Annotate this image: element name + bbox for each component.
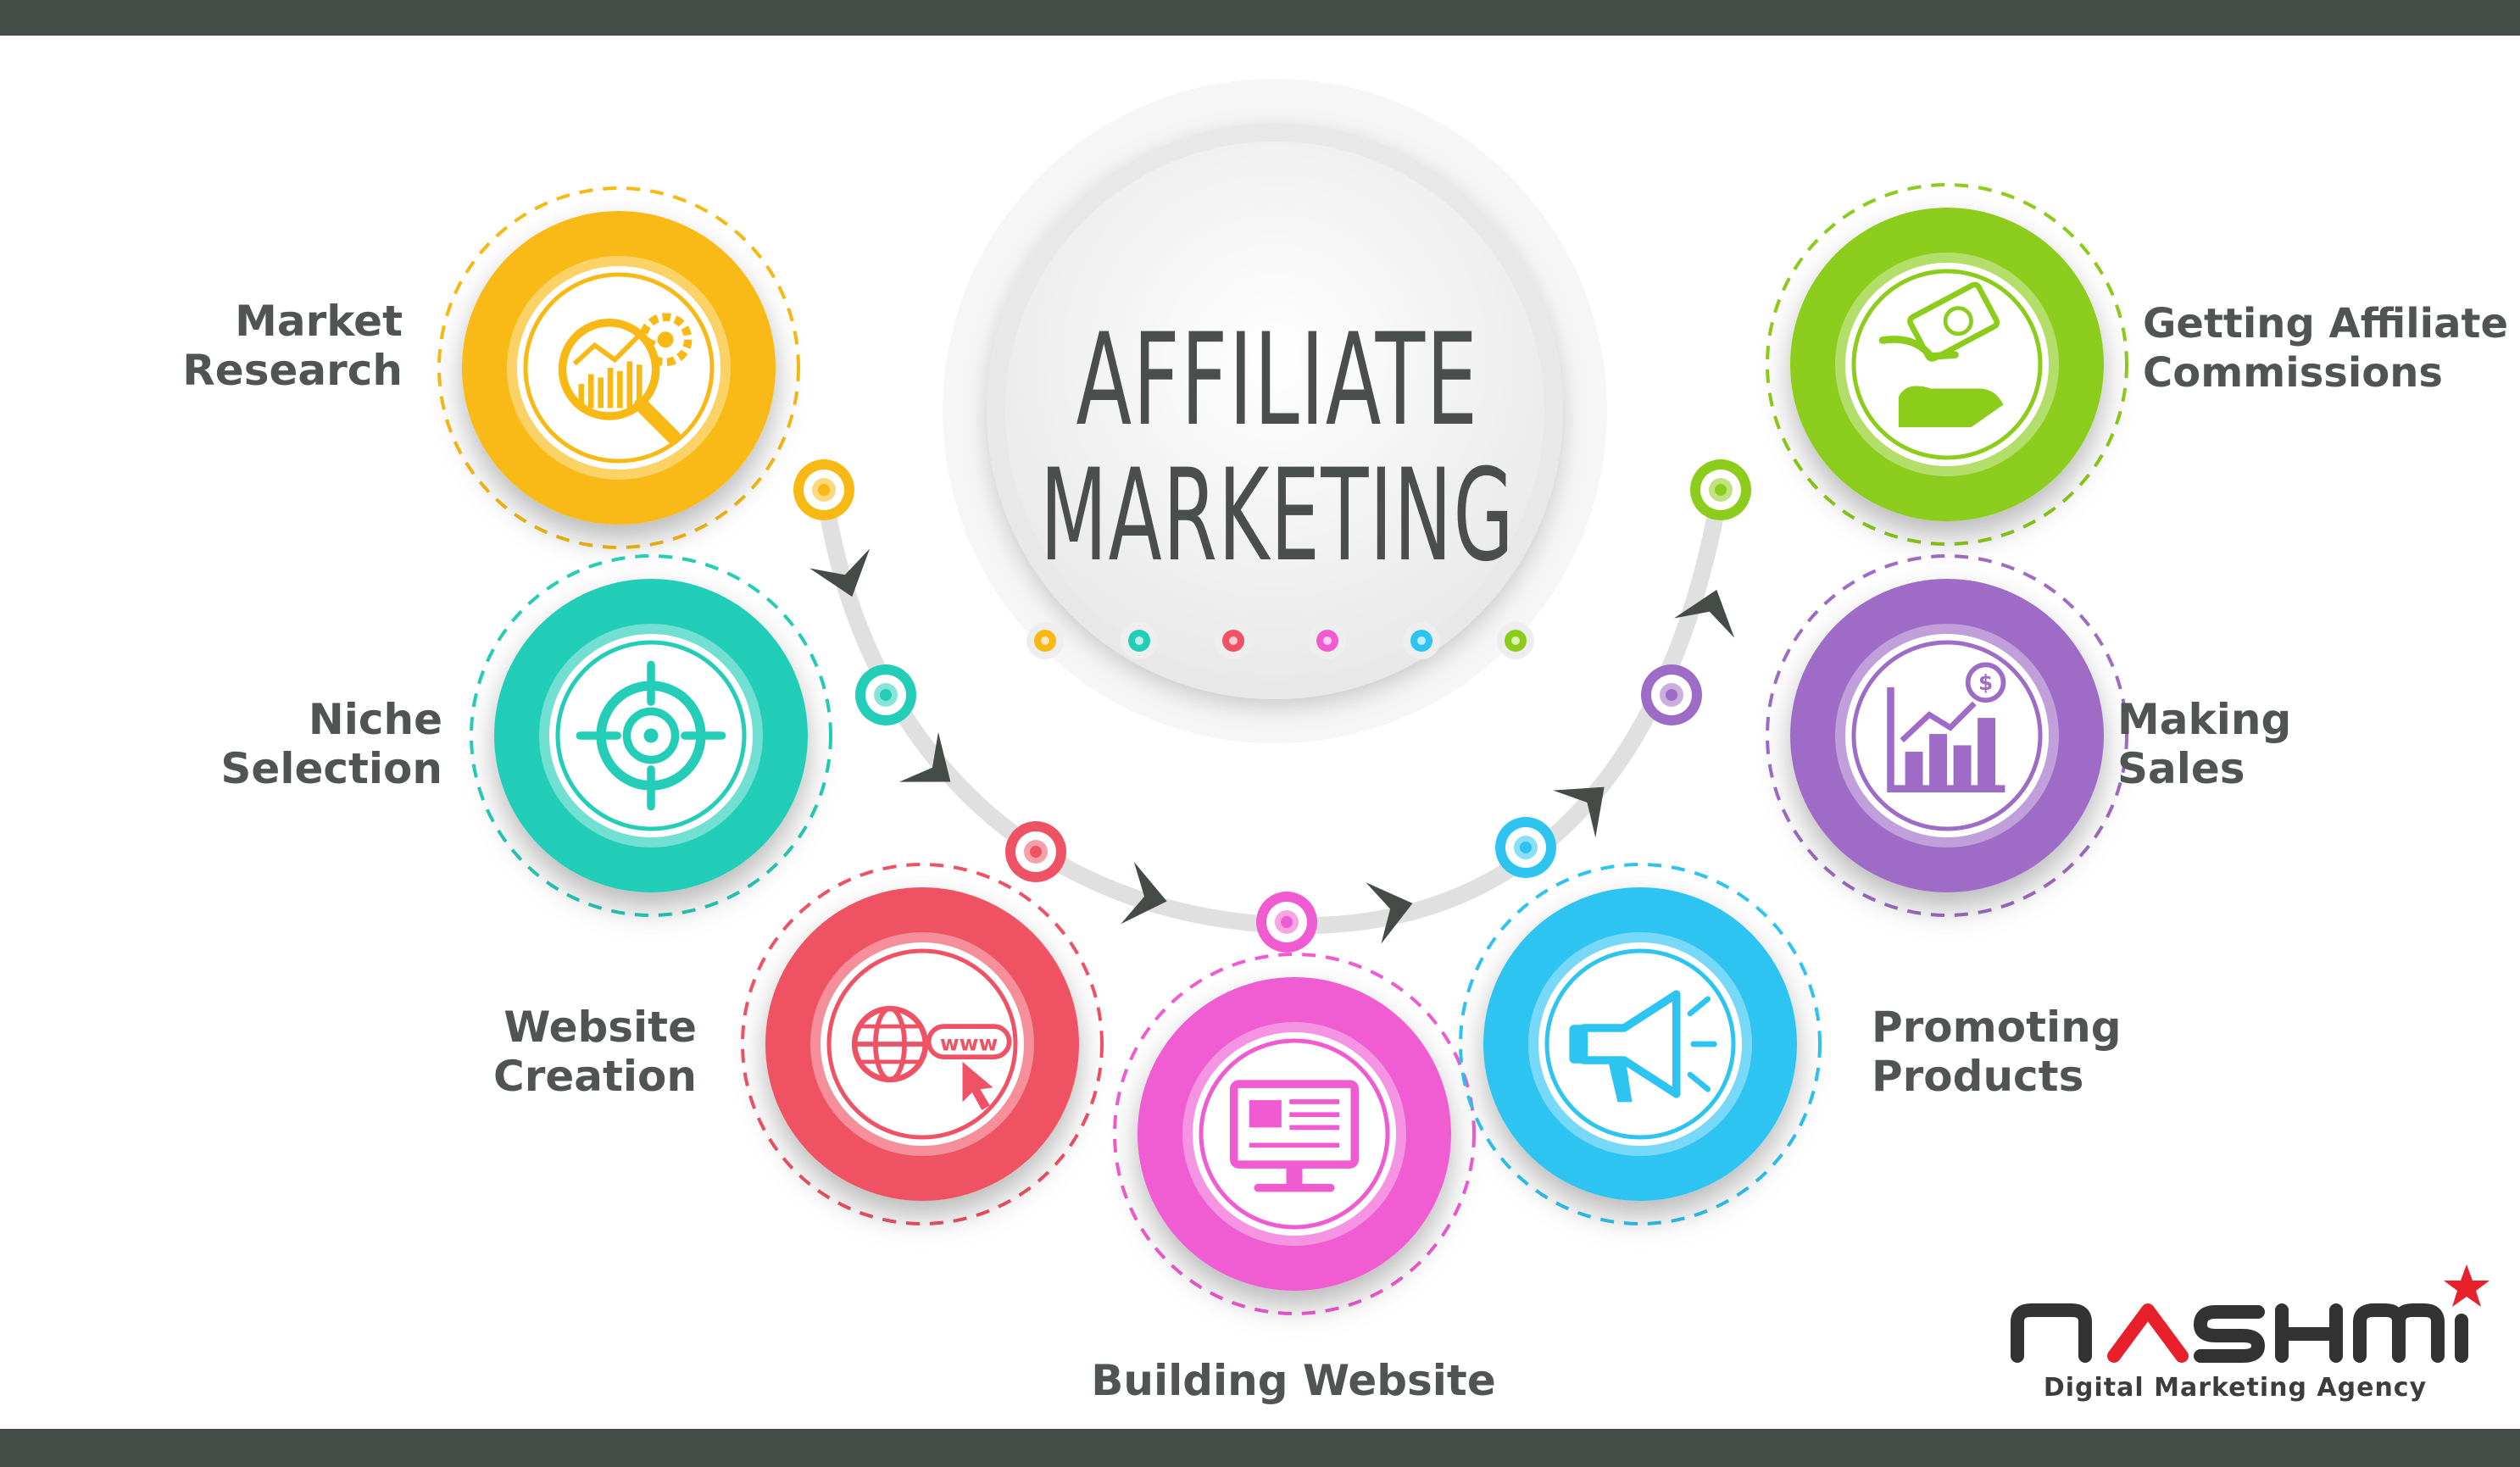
label-line: Sales — [2117, 744, 2245, 793]
color-dot — [1026, 622, 1064, 659]
step-niche-selection — [470, 554, 832, 917]
step-website-creation: www — [741, 863, 1104, 1225]
label-line: Niche — [308, 695, 442, 744]
step-inner-disc — [1845, 634, 2049, 837]
label-line: Website — [503, 1003, 697, 1052]
label-promoting-products: Promoting Products — [1872, 1003, 2143, 1101]
color-dot — [1309, 622, 1346, 659]
label-line: Market — [235, 297, 403, 346]
logo-tagline: Digital Marketing Agency — [2043, 1373, 2428, 1403]
step-inner-disc — [1193, 1032, 1396, 1236]
path-node — [1690, 459, 1751, 520]
step-getting-affiliate-commissions — [1766, 183, 2128, 546]
step-promoting-products — [1459, 863, 1822, 1225]
path-node — [1495, 817, 1556, 878]
label-website-creation: Website Creation — [449, 1003, 697, 1101]
path-node — [1256, 892, 1317, 953]
infographic: AFFILIATE MARKETING www $ Market Research… — [0, 0, 2520, 1467]
label-line: Products — [1872, 1052, 2084, 1101]
svg-text:www: www — [940, 1031, 998, 1056]
svg-text:$: $ — [1978, 670, 1993, 695]
center-circle: AFFILIATE MARKETING — [943, 79, 1607, 743]
label-line: Building Website — [1091, 1356, 1496, 1405]
label-getting-affiliate-commissions: Getting Affiliate Commissions — [2143, 299, 2509, 397]
color-dot — [1497, 622, 1534, 659]
step-market-research — [437, 186, 800, 549]
path-node — [855, 664, 916, 725]
label-market-research: Market Research — [144, 297, 403, 395]
title-line-1: AFFILIATE — [1076, 307, 1479, 454]
label-line: Selection — [220, 744, 442, 793]
nashmi-logo — [2011, 1264, 2489, 1363]
label-line: Commissions — [2143, 349, 2443, 397]
color-dot — [1403, 622, 1440, 659]
title-line-2: MARKETING — [1040, 442, 1515, 590]
label-line: Creation — [493, 1052, 697, 1101]
step-building-website — [1113, 953, 1476, 1315]
step-inner-disc — [1845, 263, 2049, 466]
label-making-sales: Making Sales — [2117, 695, 2355, 793]
color-dot — [1215, 622, 1252, 659]
label-line: Promoting — [1872, 1003, 2122, 1052]
label-line: Research — [182, 346, 403, 395]
label-niche-selection: Niche Selection — [170, 695, 442, 793]
step-making-sales: $ — [1766, 554, 2128, 917]
label-line: Getting Affiliate — [2143, 300, 2509, 347]
path-node — [793, 459, 854, 520]
path-node — [1641, 664, 1702, 725]
path-node — [1005, 821, 1066, 882]
color-dot — [1121, 622, 1158, 659]
label-building-website: Building Website — [1039, 1356, 1548, 1405]
label-line: Making — [2117, 695, 2292, 744]
star-icon — [2444, 1264, 2489, 1307]
